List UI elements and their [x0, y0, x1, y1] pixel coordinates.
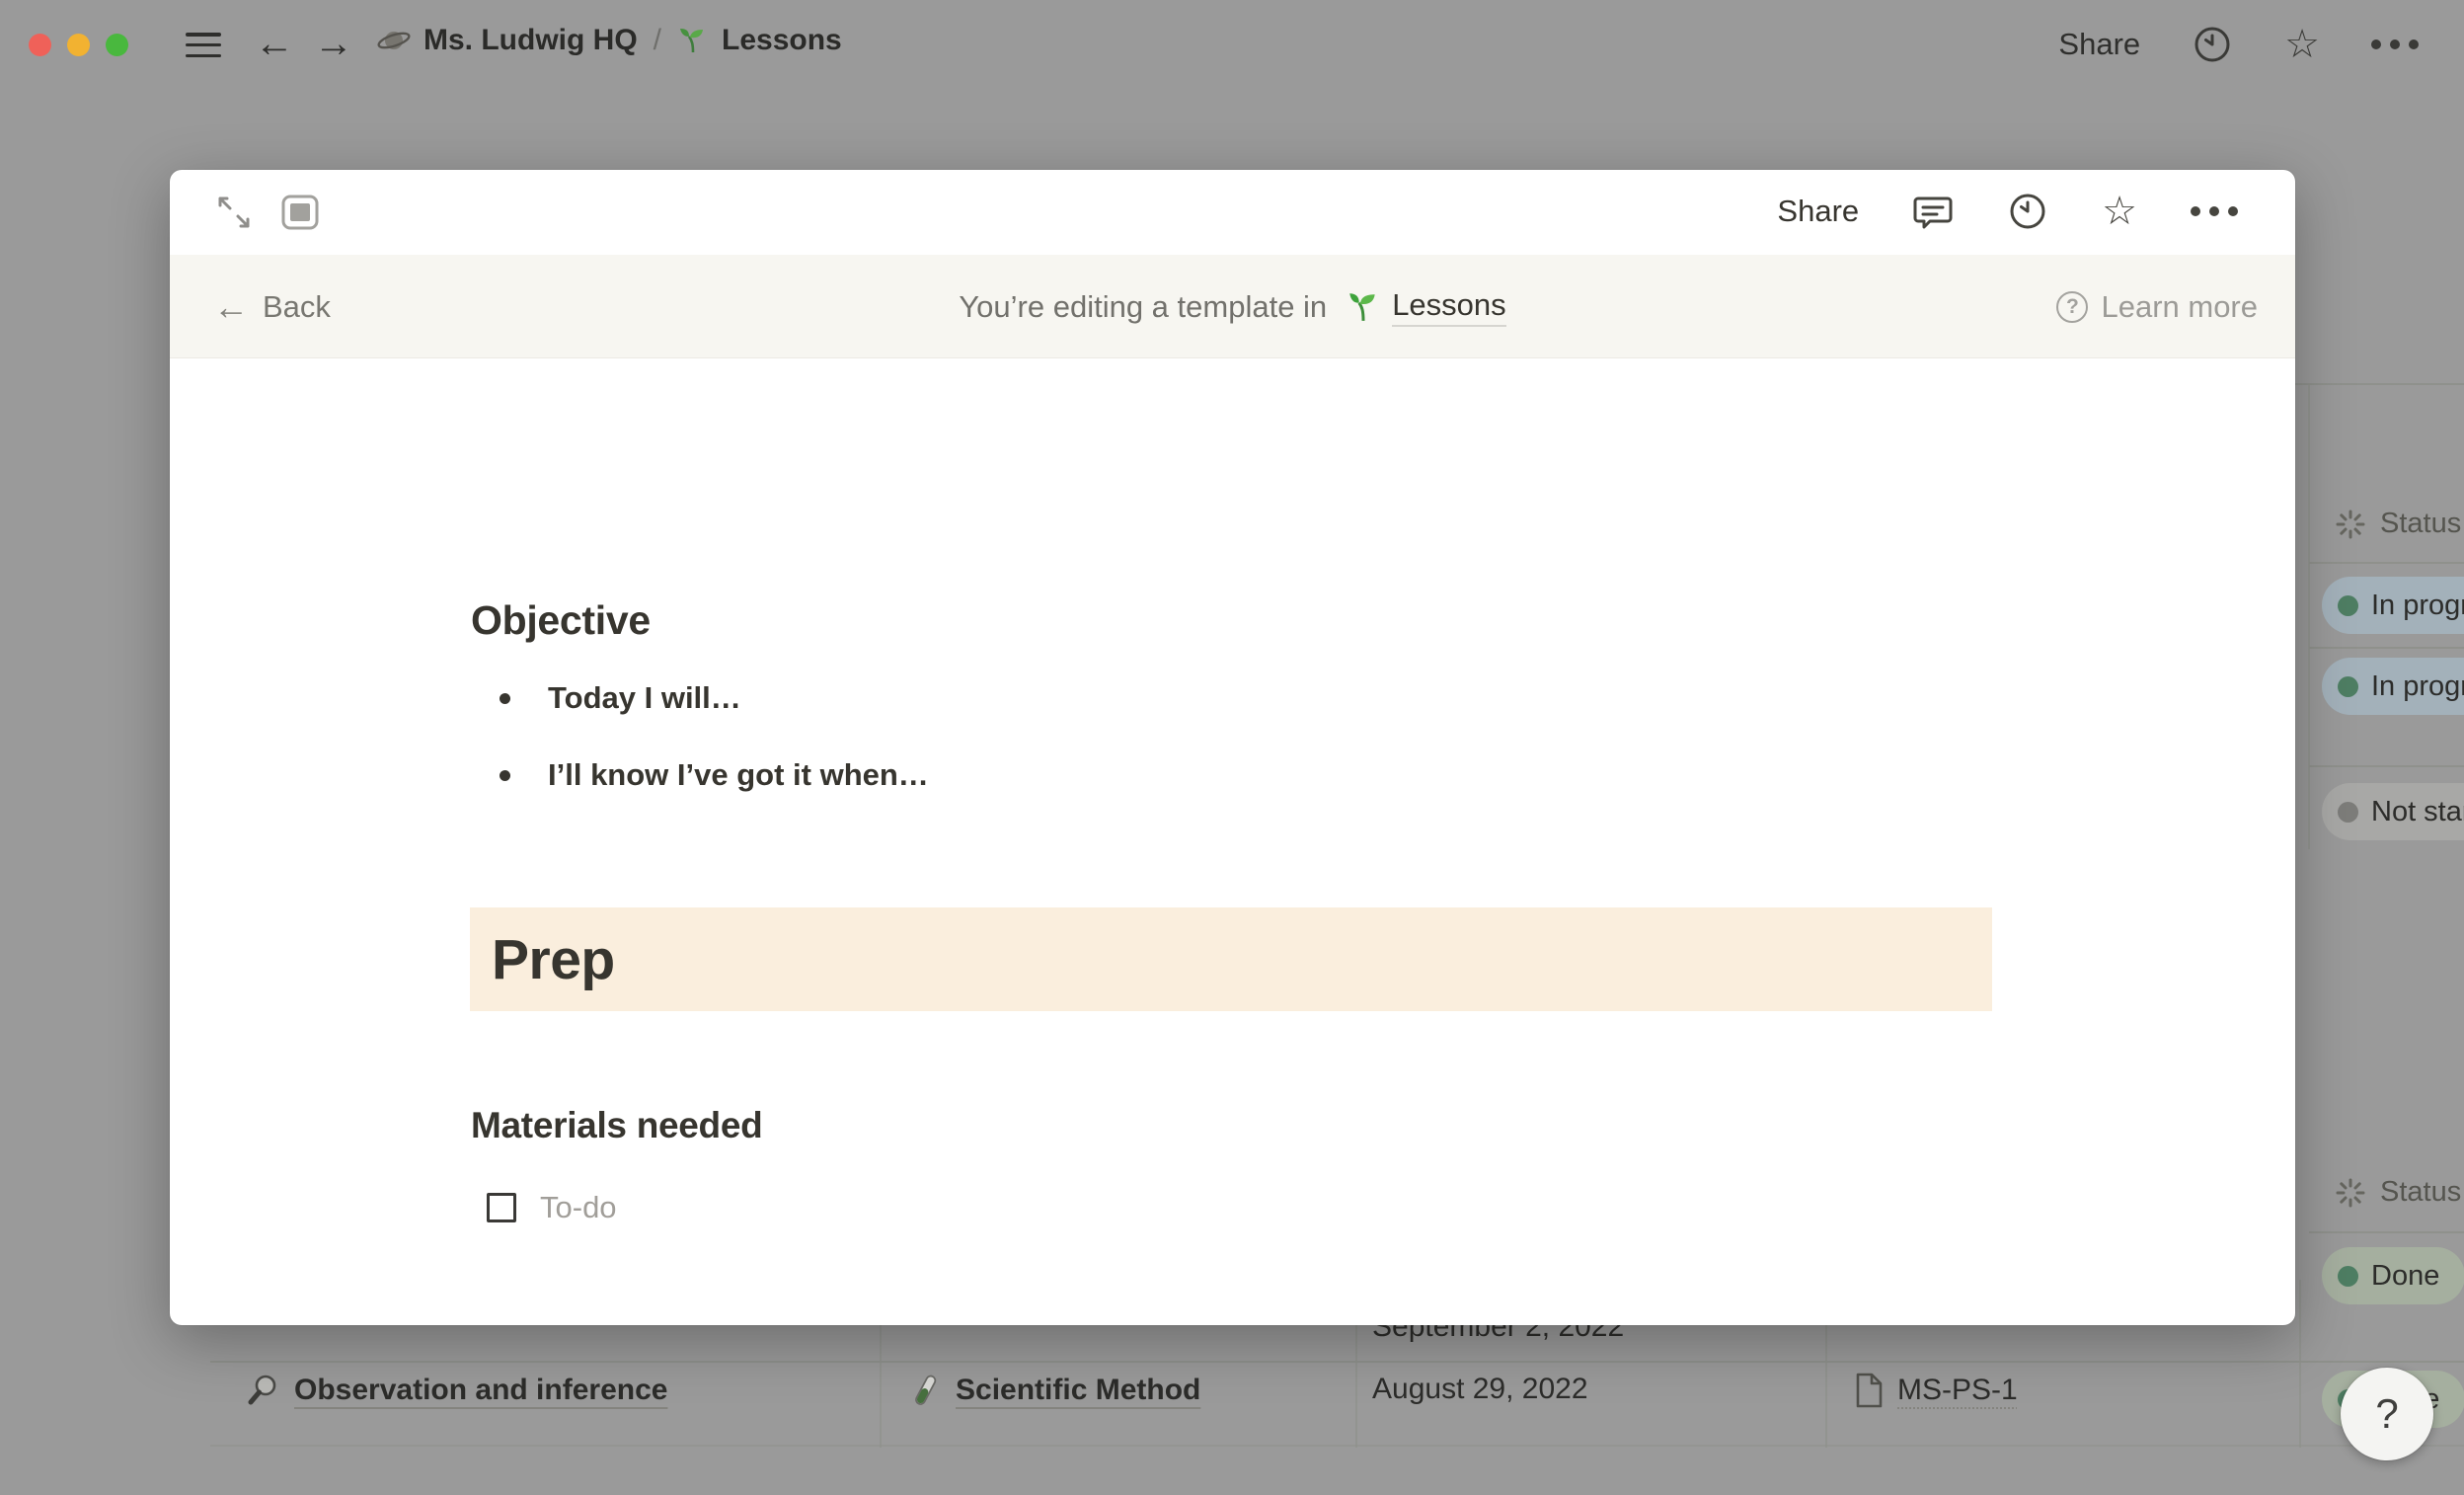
planet-icon [377, 24, 411, 57]
status-pill[interactable]: Not started [2322, 783, 2464, 840]
table-cell-unit[interactable]: Scientific Method [908, 1373, 1200, 1408]
template-editing-banner: ← Back You’re editing a template in Less… [170, 255, 2295, 358]
status-pill[interactable]: Done [2322, 1247, 2464, 1304]
favorite-star-icon[interactable]: ☆ [2284, 25, 2320, 64]
seedling-icon [1347, 290, 1380, 324]
window-close-button[interactable] [29, 34, 51, 56]
breadcrumb-label: Ms. Ludwig HQ [424, 24, 638, 57]
template-page-content: Objective Today I will… I’ll know I’ve g… [170, 358, 2295, 1325]
status-property-icon [2336, 510, 2365, 539]
table-cell-standard[interactable]: MS-PS-1 [1854, 1373, 2018, 1408]
comments-icon[interactable] [1912, 191, 1954, 232]
breadcrumb-item-workspace[interactable]: Ms. Ludwig HQ [377, 24, 638, 57]
checkbox-unchecked[interactable] [487, 1193, 516, 1222]
list-item[interactable]: Today I will… [500, 680, 741, 716]
banner-message: You’re editing a template in Lessons [170, 255, 2295, 358]
breadcrumb: Ms. Ludwig HQ / Lessons [377, 24, 842, 57]
template-editor-modal: Share ☆ ← Back You’re editing a template… [170, 170, 2295, 1325]
heading-objective[interactable]: Objective [471, 597, 651, 644]
updates-clock-icon[interactable] [2007, 191, 2048, 232]
status-property-icon [2336, 1178, 2365, 1208]
breadcrumb-separator: / [652, 24, 663, 57]
sidebar-toggle-icon[interactable] [186, 33, 221, 57]
history-back-button[interactable]: ← [255, 22, 294, 65]
more-options-icon[interactable] [2191, 206, 2238, 216]
test-tube-icon [908, 1373, 942, 1408]
window-minimize-button[interactable] [67, 34, 90, 56]
status-column-header[interactable]: Status [2336, 508, 2461, 540]
seedling-icon [677, 25, 709, 56]
more-options-icon[interactable] [2371, 39, 2419, 49]
notion-window: { "topbar": { "breadcrumb": { "item1": {… [0, 0, 2464, 1495]
list-item[interactable]: I’ll know I’ve got it when… [500, 757, 929, 793]
heading-prep-highlighted[interactable]: Prep [470, 907, 1992, 1011]
learn-more-link[interactable]: ? Learn more [2056, 255, 2258, 358]
modal-header-actions: Share ☆ [1777, 184, 2238, 239]
window-zoom-button[interactable] [106, 34, 128, 56]
history-forward-button[interactable]: → [314, 22, 353, 65]
status-pill[interactable]: In progress [2322, 658, 2464, 715]
modal-header: Share ☆ [170, 170, 2295, 255]
share-button[interactable]: Share [2058, 27, 2140, 62]
modal-share-button[interactable]: Share [1777, 194, 1859, 229]
updates-clock-icon[interactable] [2192, 24, 2233, 65]
bullet-disc [500, 693, 510, 704]
table-cell-date[interactable]: August 29, 2022 [1372, 1373, 1588, 1406]
magnifier-icon [245, 1373, 280, 1408]
breadcrumb-item-lessons[interactable]: Lessons [677, 24, 842, 57]
table-cell-lesson[interactable]: Observation and inference [245, 1373, 667, 1408]
help-circle-icon: ? [2056, 291, 2088, 323]
app-top-bar: ← → Ms. Ludwig HQ / Lessons Share ☆ [0, 0, 2464, 89]
breadcrumb-label: Lessons [722, 24, 842, 57]
side-peek-icon[interactable] [280, 194, 320, 231]
page-icon [1854, 1373, 1884, 1408]
todo-item[interactable]: To-do [487, 1190, 617, 1225]
heading-materials-needed[interactable]: Materials needed [471, 1105, 762, 1146]
bullet-disc [500, 770, 510, 781]
help-button[interactable]: ? [2341, 1368, 2433, 1460]
status-pill[interactable]: In progress [2322, 577, 2464, 634]
banner-target-link[interactable]: Lessons [1347, 287, 1505, 327]
topbar-actions: Share ☆ [2058, 20, 2419, 69]
favorite-star-icon[interactable]: ☆ [2102, 192, 2137, 231]
status-column-header[interactable]: Status [2336, 1176, 2461, 1209]
expand-fullpage-icon[interactable] [215, 194, 253, 231]
